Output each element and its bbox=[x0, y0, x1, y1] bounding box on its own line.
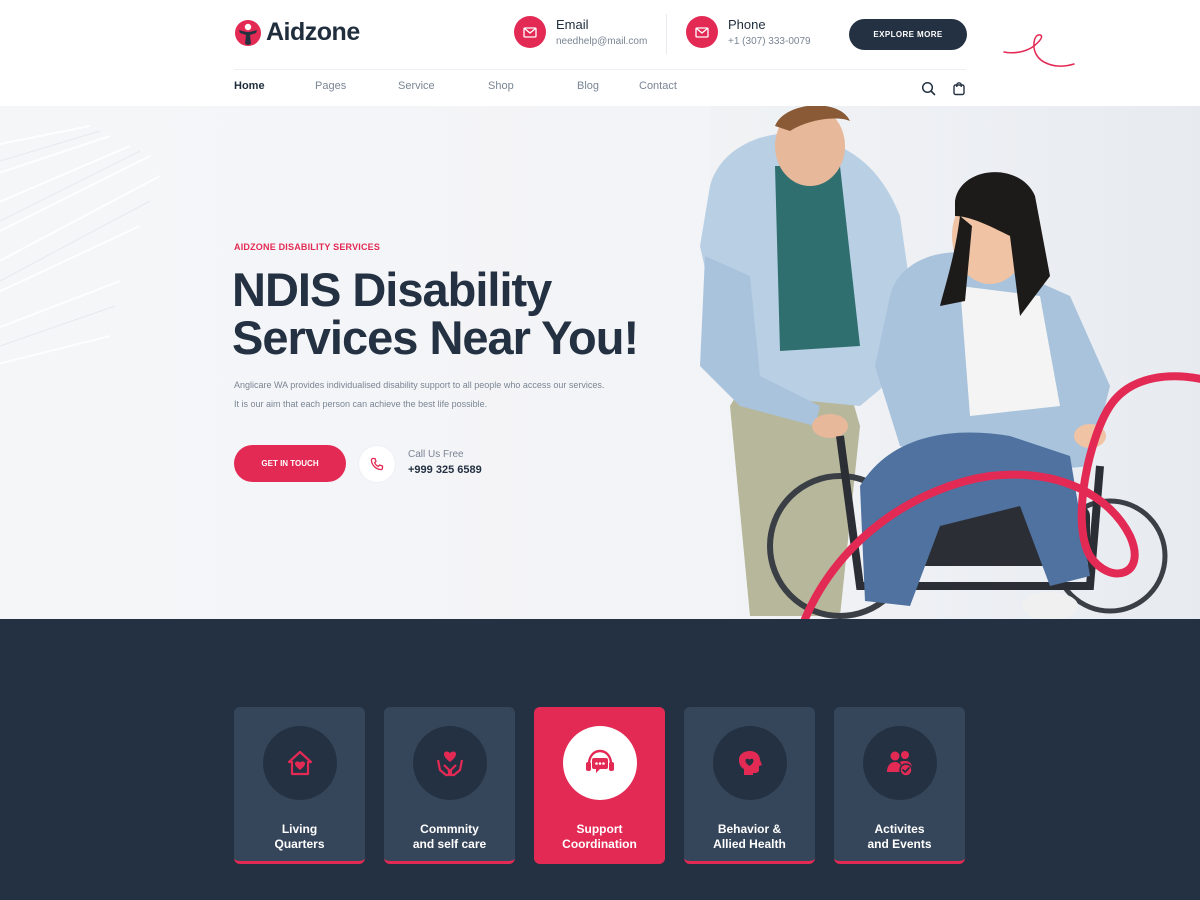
phone-value[interactable]: +1 (307) 333-0079 bbox=[728, 36, 811, 47]
nav-icons bbox=[921, 81, 966, 96]
services-band: Living Quarters Commnity and self care S… bbox=[0, 619, 1200, 900]
decorative-rays bbox=[0, 125, 161, 365]
main-nav: Home Pages Service Shop Blog Contact bbox=[234, 80, 677, 111]
nav-item-service[interactable]: Service bbox=[398, 80, 488, 101]
hero-section: AIDZONE DISABILITY SERVICES NDIS Disabil… bbox=[0, 106, 1200, 619]
shopping-bag-icon[interactable] bbox=[952, 81, 966, 96]
service-cards: Living Quarters Commnity and self care S… bbox=[234, 707, 965, 864]
nav-item-blog[interactable]: Blog bbox=[577, 80, 639, 101]
decorative-squiggle bbox=[1003, 34, 1075, 67]
search-icon[interactable] bbox=[921, 81, 936, 96]
nav-item-contact[interactable]: Contact bbox=[639, 80, 677, 101]
service-card-label: Activites and Events bbox=[867, 822, 932, 851]
service-card-label: Support Coordination bbox=[562, 822, 637, 851]
service-card-support-coordination[interactable]: Support Coordination bbox=[534, 707, 665, 864]
service-card-community-care[interactable]: Commnity and self care bbox=[384, 707, 515, 864]
logo-text: Aidzone bbox=[266, 18, 360, 46]
nav-item-shop[interactable]: Shop bbox=[488, 80, 577, 101]
hero-description: Anglicare WA provides individualised dis… bbox=[234, 376, 674, 414]
service-card-behavior-health[interactable]: Behavior & Allied Health bbox=[684, 707, 815, 864]
nav-item-home[interactable]: Home bbox=[234, 80, 315, 111]
people-check-icon bbox=[862, 726, 937, 800]
hero-kicker: AIDZONE DISABILITY SERVICES bbox=[234, 242, 381, 252]
service-card-label: Behavior & Allied Health bbox=[713, 822, 786, 851]
hero-photo bbox=[690, 106, 1200, 619]
call-label: Call Us Free bbox=[408, 449, 464, 460]
site-header: Aidzone Email needhelp@mail.com Phone +1… bbox=[0, 0, 1200, 111]
hero-title-line-1: NDIS Disability bbox=[232, 263, 552, 316]
hero-description-line-2: It is our aim that each person can achie… bbox=[234, 399, 488, 409]
envelope-icon bbox=[514, 16, 546, 48]
hero-description-line-1: Anglicare WA provides individualised dis… bbox=[234, 380, 605, 390]
nav-item-pages[interactable]: Pages bbox=[315, 80, 398, 101]
headset-chat-icon bbox=[562, 726, 637, 800]
service-card-living-quarters[interactable]: Living Quarters bbox=[234, 707, 365, 864]
hero-title: NDIS Disability Services Near You! bbox=[232, 266, 692, 362]
header-separator bbox=[234, 69, 966, 70]
get-in-touch-button[interactable]: GET IN TOUCH bbox=[234, 445, 346, 482]
explore-more-button[interactable]: EXPLORE MORE bbox=[849, 19, 967, 50]
head-heart-icon bbox=[712, 726, 787, 800]
email-value[interactable]: needhelp@mail.com bbox=[556, 36, 647, 47]
home-heart-icon bbox=[262, 726, 337, 800]
hero-title-line-2: Services Near You! bbox=[232, 311, 639, 364]
envelope-icon bbox=[686, 16, 718, 48]
phone-icon[interactable] bbox=[358, 445, 396, 483]
logo-mark-icon bbox=[235, 19, 261, 46]
phone-title: Phone bbox=[728, 17, 766, 32]
email-title: Email bbox=[556, 17, 589, 32]
call-number[interactable]: +999 325 6589 bbox=[408, 464, 482, 476]
service-card-activities-events[interactable]: Activites and Events bbox=[834, 707, 965, 864]
service-card-label: Commnity and self care bbox=[412, 822, 487, 851]
email-contact[interactable]: Email needhelp@mail.com bbox=[514, 16, 647, 48]
service-card-label: Living Quarters bbox=[274, 822, 325, 851]
hands-heart-icon bbox=[412, 726, 487, 800]
header-divider bbox=[666, 14, 667, 54]
phone-contact[interactable]: Phone +1 (307) 333-0079 bbox=[686, 16, 811, 48]
logo[interactable]: Aidzone bbox=[234, 18, 360, 47]
